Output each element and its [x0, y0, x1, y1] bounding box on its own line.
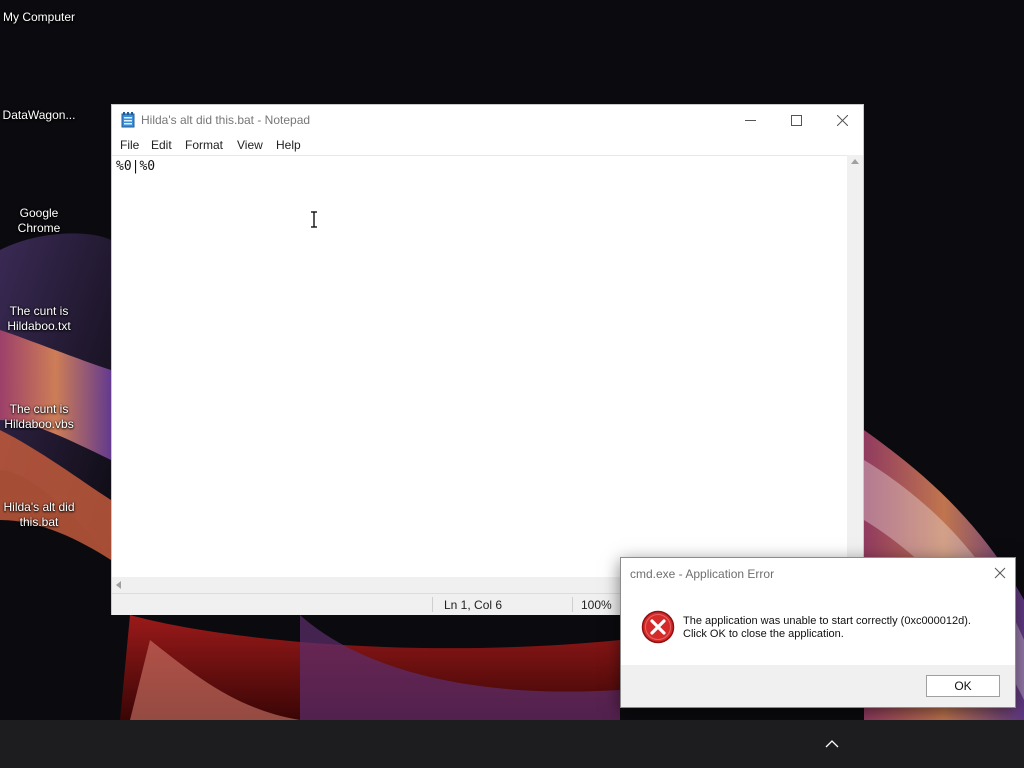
desktop-icon-google-chrome[interactable]: Google Chrome	[0, 206, 78, 236]
desktop-icon-label-line-1: Hilda's alt did	[3, 500, 75, 514]
notepad-window[interactable]: Hilda's alt did this.bat - Notepad File …	[111, 104, 864, 615]
menu-help[interactable]: Help	[276, 138, 301, 152]
maximize-button[interactable]	[773, 105, 819, 135]
desktop-icon-hildas-alt-bat[interactable]: Hilda's alt did this.bat	[0, 500, 78, 530]
close-icon	[837, 115, 848, 126]
close-button[interactable]	[819, 105, 865, 135]
status-separator	[432, 597, 433, 612]
desktop-icon-hildaboo-txt[interactable]: The cunt is Hildaboo.txt	[0, 304, 78, 334]
scroll-left-arrow-icon[interactable]	[112, 577, 126, 593]
zoom-level: 100%	[581, 598, 612, 612]
minimize-icon	[745, 120, 756, 121]
ok-button[interactable]: OK	[926, 675, 1000, 697]
menu-format[interactable]: Format	[185, 138, 223, 152]
error-message-line-1: The application was unable to start corr…	[683, 615, 971, 627]
notepad-titlebar[interactable]: Hilda's alt did this.bat - Notepad	[112, 105, 863, 135]
minimize-button[interactable]	[727, 105, 773, 135]
desktop-icon-label-line-1: Google	[19, 206, 59, 220]
scroll-up-arrow-icon[interactable]	[847, 155, 863, 169]
menu-file[interactable]: File	[120, 138, 139, 152]
desktop-icon-label-line-2: Hildaboo.txt	[7, 319, 71, 333]
cursor-position: Ln 1, Col 6	[444, 598, 503, 612]
notepad-icon	[121, 112, 135, 133]
maximize-icon	[791, 115, 802, 126]
editor-content: %0|%0	[116, 159, 156, 174]
error-icon	[641, 610, 675, 644]
menu-view[interactable]: View	[237, 138, 263, 152]
status-separator	[572, 597, 573, 612]
desktop-icon-label-line-1: The cunt is	[9, 402, 69, 416]
desktop-icon-label-line-1: The cunt is	[9, 304, 69, 318]
text-editor-area[interactable]: %0|%0	[112, 155, 847, 578]
menu-bar: File Edit Format View Help	[112, 135, 863, 155]
menu-edit[interactable]: Edit	[151, 138, 172, 152]
dialog-footer: OK	[621, 665, 1015, 707]
chevron-up-icon[interactable]	[822, 736, 842, 750]
desktop-icon-datawagon[interactable]: DataWagon...	[0, 108, 78, 123]
close-icon	[994, 567, 1006, 579]
desktop-icon-label-line-2: Chrome	[17, 221, 61, 235]
window-title: Hilda's alt did this.bat - Notepad	[141, 113, 311, 127]
desktop-icon-label: My Computer	[2, 10, 76, 24]
text-cursor-icon	[311, 211, 317, 228]
error-message: The application was unable to start corr…	[683, 615, 1003, 641]
taskbar	[0, 720, 1024, 768]
vertical-scrollbar[interactable]	[847, 155, 863, 577]
desktop-icon-label: DataWagon...	[2, 108, 76, 122]
dialog-close-button[interactable]	[989, 563, 1011, 583]
dialog-title: cmd.exe - Application Error	[630, 567, 775, 581]
desktop-icon-label-line-2: this.bat	[19, 515, 59, 529]
desktop-icon-hildaboo-vbs[interactable]: The cunt is Hildaboo.vbs	[0, 402, 78, 432]
desktop-icon-my-computer[interactable]: My Computer	[0, 10, 78, 25]
error-message-line-2: Click OK to close the application.	[683, 628, 844, 640]
desktop-icon-label-line-2: Hildaboo.vbs	[4, 417, 74, 431]
application-error-dialog[interactable]: cmd.exe - Application Error The applicat…	[620, 557, 1016, 708]
